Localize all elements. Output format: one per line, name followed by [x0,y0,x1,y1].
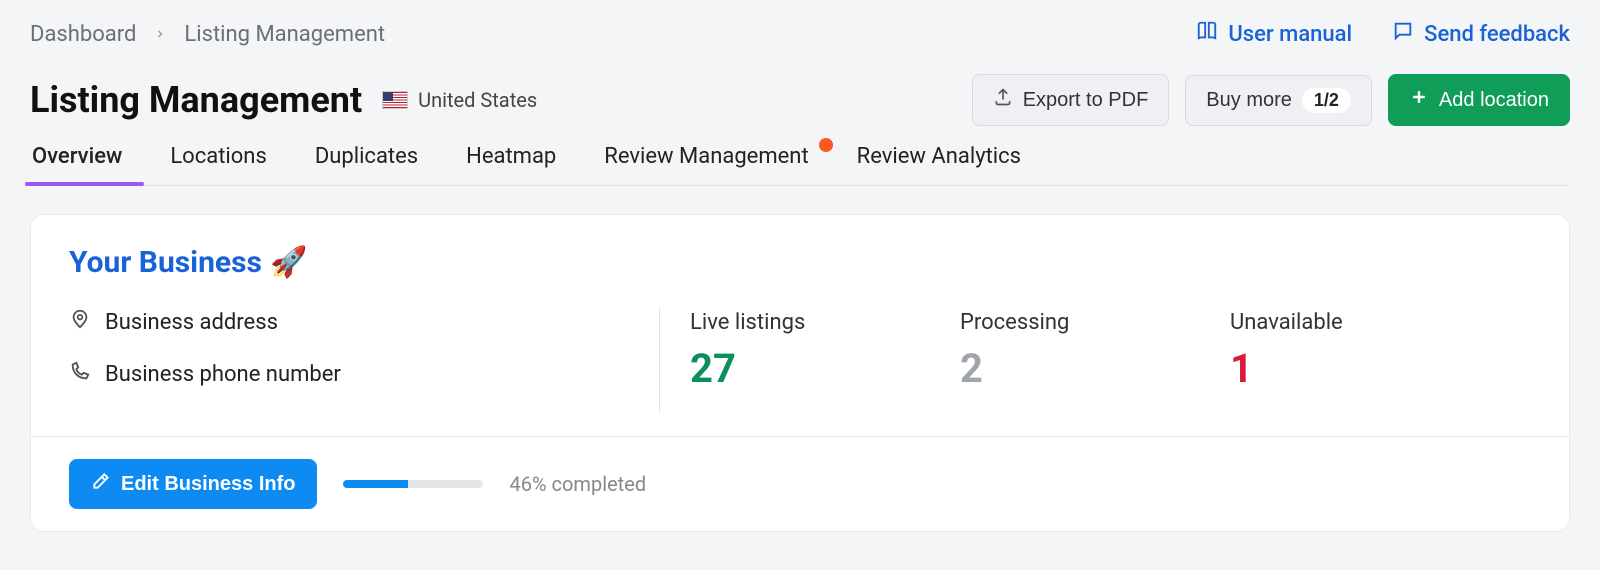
notification-dot-icon [819,138,833,152]
tab-locations[interactable]: Locations [168,144,268,185]
country-label: United States [418,88,537,112]
business-phone: Business phone number [105,362,341,387]
user-manual-label: User manual [1228,22,1352,47]
add-location-label: Add location [1439,89,1549,112]
stat-processing-value: 2 [960,345,1130,392]
stat-live: Live listings 27 [690,310,860,412]
stat-processing: Processing 2 [960,310,1130,412]
stat-unavailable-value: 1 [1230,345,1400,392]
tab-review-management[interactable]: Review Management [602,144,810,185]
tab-duplicates[interactable]: Duplicates [313,144,420,185]
stat-unavailable: Unavailable 1 [1230,310,1400,412]
edit-business-info-label: Edit Business Info [121,473,295,496]
stat-live-value: 27 [690,345,860,392]
tabs: Overview Locations Duplicates Heatmap Re… [30,144,1570,186]
country-selector[interactable]: United States [382,88,537,112]
buy-more-button[interactable]: Buy more 1/2 [1185,75,1372,126]
business-name-link[interactable]: Your Business 🚀 [69,245,1531,280]
stat-processing-label: Processing [960,310,1130,335]
breadcrumb-current: Listing Management [184,22,385,47]
chat-icon [1392,20,1414,48]
buy-more-label: Buy more [1206,89,1292,112]
business-name: Your Business [69,245,262,280]
send-feedback-link[interactable]: Send feedback [1392,20,1570,48]
business-address: Business address [105,310,278,335]
divider [659,308,660,412]
stat-live-label: Live listings [690,310,860,335]
page-title: Listing Management [30,79,362,121]
progress-bar [343,480,483,488]
upload-icon [993,87,1013,113]
map-pin-icon [69,308,91,336]
tab-heatmap[interactable]: Heatmap [464,144,558,185]
flag-icon [382,91,408,109]
tab-review-analytics[interactable]: Review Analytics [855,144,1023,185]
export-pdf-label: Export to PDF [1023,89,1149,112]
business-card: Your Business 🚀 Business address [30,214,1570,532]
tab-review-management-label: Review Management [604,144,808,169]
export-pdf-button[interactable]: Export to PDF [972,74,1170,126]
pencil-icon [91,471,111,497]
breadcrumb-root[interactable]: Dashboard [30,22,136,47]
plus-icon [1409,87,1429,113]
chevron-right-icon [154,24,166,45]
buy-more-badge: 1/2 [1302,88,1351,113]
stat-unavailable-label: Unavailable [1230,310,1400,335]
rocket-icon: 🚀 [270,245,307,280]
phone-icon [69,360,91,388]
user-manual-link[interactable]: User manual [1196,20,1352,48]
add-location-button[interactable]: Add location [1388,74,1570,126]
tab-overview[interactable]: Overview [30,144,124,185]
edit-business-info-button[interactable]: Edit Business Info [69,459,317,509]
breadcrumb: Dashboard Listing Management [30,22,385,47]
progress-label: 46% completed [509,472,646,496]
book-icon [1196,20,1218,48]
send-feedback-label: Send feedback [1424,22,1570,47]
